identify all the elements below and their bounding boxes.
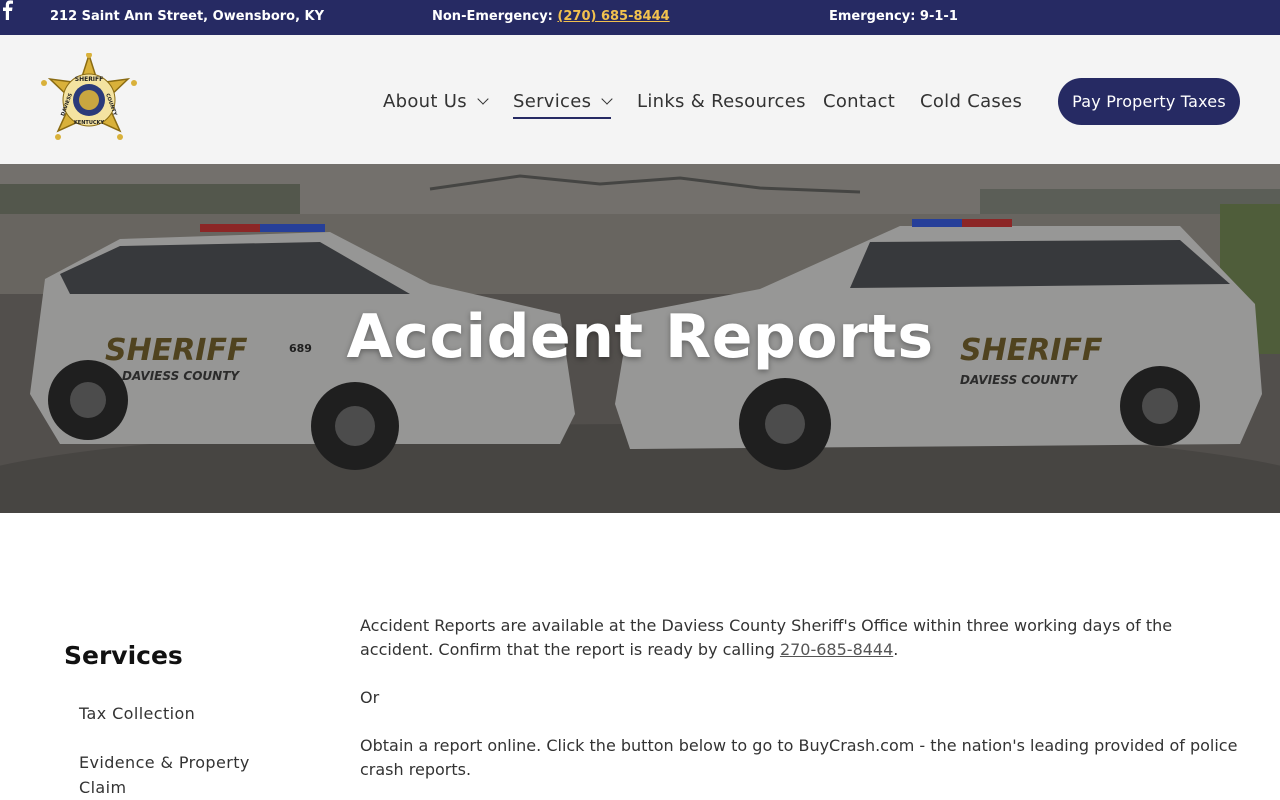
sidebar-title: Services <box>64 641 183 670</box>
nav-item-services[interactable]: Services <box>513 91 613 119</box>
chevron-down-icon <box>601 93 613 105</box>
logo-text-top: SHERIFF <box>75 76 104 83</box>
nav-item-cold-cases[interactable]: Cold Cases <box>920 91 1022 112</box>
paragraph-or: Or <box>360 688 380 707</box>
paragraph-online: Obtain a report online. Click the button… <box>360 736 1238 779</box>
sidebar-link-line-1: Evidence & Property <box>79 753 250 772</box>
paragraph-availability-end: . <box>893 640 899 659</box>
facebook-icon[interactable] <box>0 0 14 21</box>
site-header: SHERIFF DAVIESS COUNTY KENTUCKY About Us… <box>0 35 1280 164</box>
sidebar-link-line-2: Claim <box>79 778 127 797</box>
non-emergency-phone-link[interactable]: (270) 685-8444 <box>557 9 669 24</box>
nav-about-label: About Us <box>383 91 467 112</box>
top-info-bar: 212 Saint Ann Street, Owensboro, KY Non-… <box>0 0 1280 35</box>
non-emergency-label: Non-Emergency: <box>432 9 558 24</box>
paragraph-availability-text: Accident Reports are available at the Da… <box>360 616 1173 659</box>
nav-item-about-us[interactable]: About Us <box>383 91 489 112</box>
paragraph-availability: Accident Reports are available at the Da… <box>360 614 1240 662</box>
page-title: Accident Reports <box>346 302 934 372</box>
phone-link[interactable]: 270-685-8444 <box>780 640 893 659</box>
address-text: 212 Saint Ann Street, Owensboro, KY <box>50 9 325 24</box>
nav-services-label: Services <box>513 91 592 112</box>
hero-banner: SHERIFF DAVIESS COUNTY 689 SHERIFF DAVIE… <box>0 164 1280 513</box>
chevron-down-icon <box>477 93 489 105</box>
sidebar-link-evidence-property-claim[interactable]: Evidence & Property Claim <box>79 750 250 800</box>
logo-text-bottom: KENTUCKY <box>74 120 104 126</box>
nav-item-contact[interactable]: Contact <box>823 91 895 112</box>
nav-item-links-resources[interactable]: Links & Resources <box>637 91 806 112</box>
pay-property-taxes-button[interactable]: Pay Property Taxes <box>1058 78 1240 125</box>
emergency-text: Emergency: 9-1-1 <box>829 9 958 24</box>
sidebar-link-tax-collection[interactable]: Tax Collection <box>79 701 195 726</box>
non-emergency-info: Non-Emergency: (270) 685-8444 <box>432 9 670 24</box>
